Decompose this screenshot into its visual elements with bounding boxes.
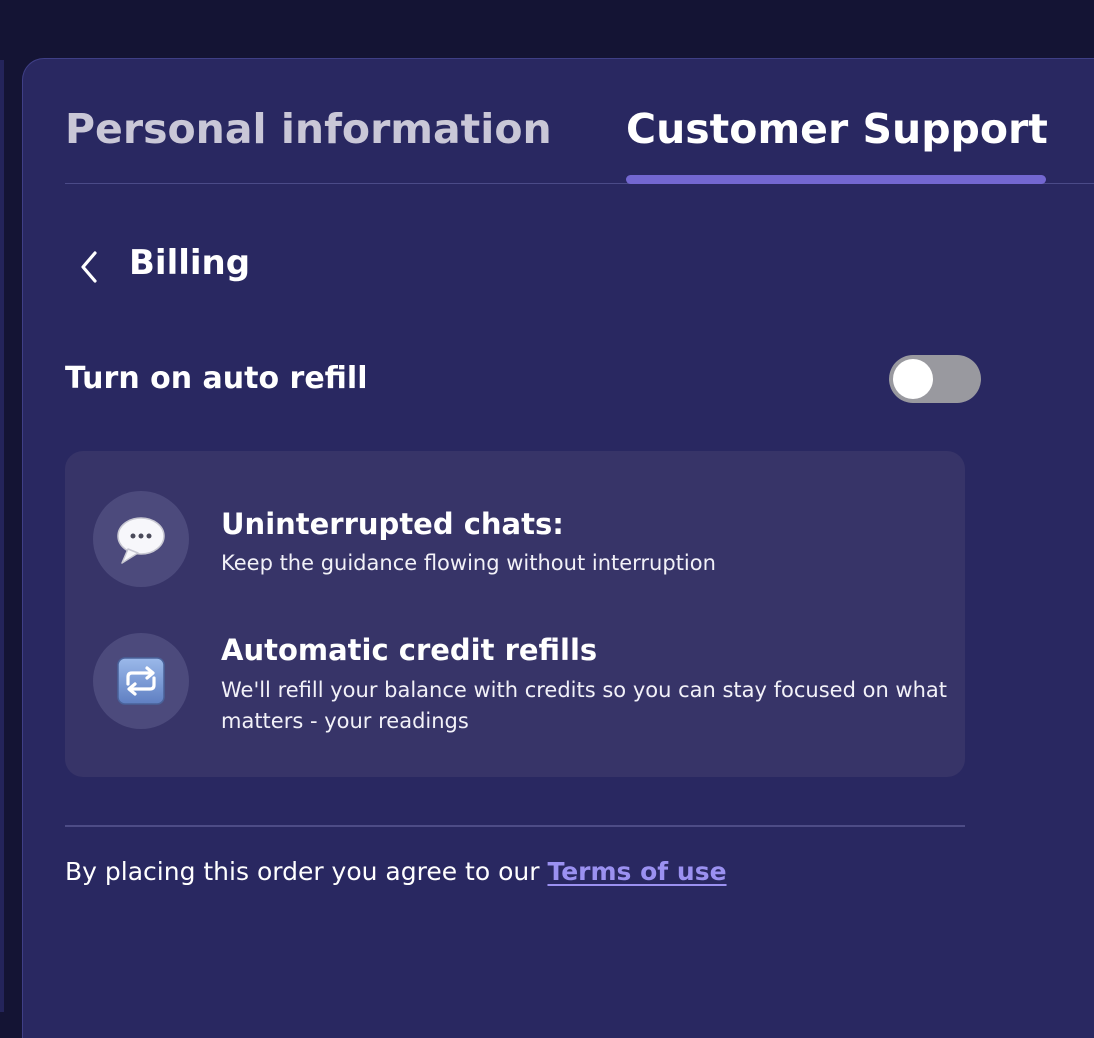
tab-bar: Personal information Customer Support — [65, 59, 1094, 184]
auto-refill-label: Turn on auto refill — [65, 361, 368, 396]
tab-customer-support[interactable]: Customer Support — [626, 105, 1048, 153]
feature-icon-container — [93, 633, 189, 729]
terms-text: By placing this order you agree to our — [65, 857, 548, 886]
terms-notice: By placing this order you agree to our T… — [65, 857, 727, 886]
speech-balloon-icon — [117, 517, 165, 564]
toggle-knob — [893, 359, 933, 399]
chevron-left-icon — [81, 251, 97, 283]
divider — [65, 825, 965, 827]
page-title: Billing — [129, 243, 251, 283]
terms-of-use-link[interactable]: Terms of use — [547, 857, 726, 886]
feature-title: Automatic credit refills — [221, 633, 598, 667]
feature-title: Uninterrupted chats: — [221, 507, 564, 541]
left-window-edge — [0, 60, 4, 1012]
back-button[interactable] — [73, 247, 107, 287]
features-card: Uninterrupted chats: Keep the guidance f… — [65, 451, 965, 777]
active-tab-indicator — [626, 175, 1046, 184]
feature-description: We'll refill your balance with credits s… — [221, 678, 948, 733]
repeat-arrows-icon — [117, 657, 165, 705]
feature-icon-container — [93, 491, 189, 587]
auto-refill-toggle[interactable] — [889, 355, 981, 403]
feature-description: Keep the guidance flowing without interr… — [221, 551, 716, 575]
settings-panel: Personal information Customer Support Bi… — [22, 58, 1094, 1038]
tab-personal-information[interactable]: Personal information — [65, 105, 552, 153]
